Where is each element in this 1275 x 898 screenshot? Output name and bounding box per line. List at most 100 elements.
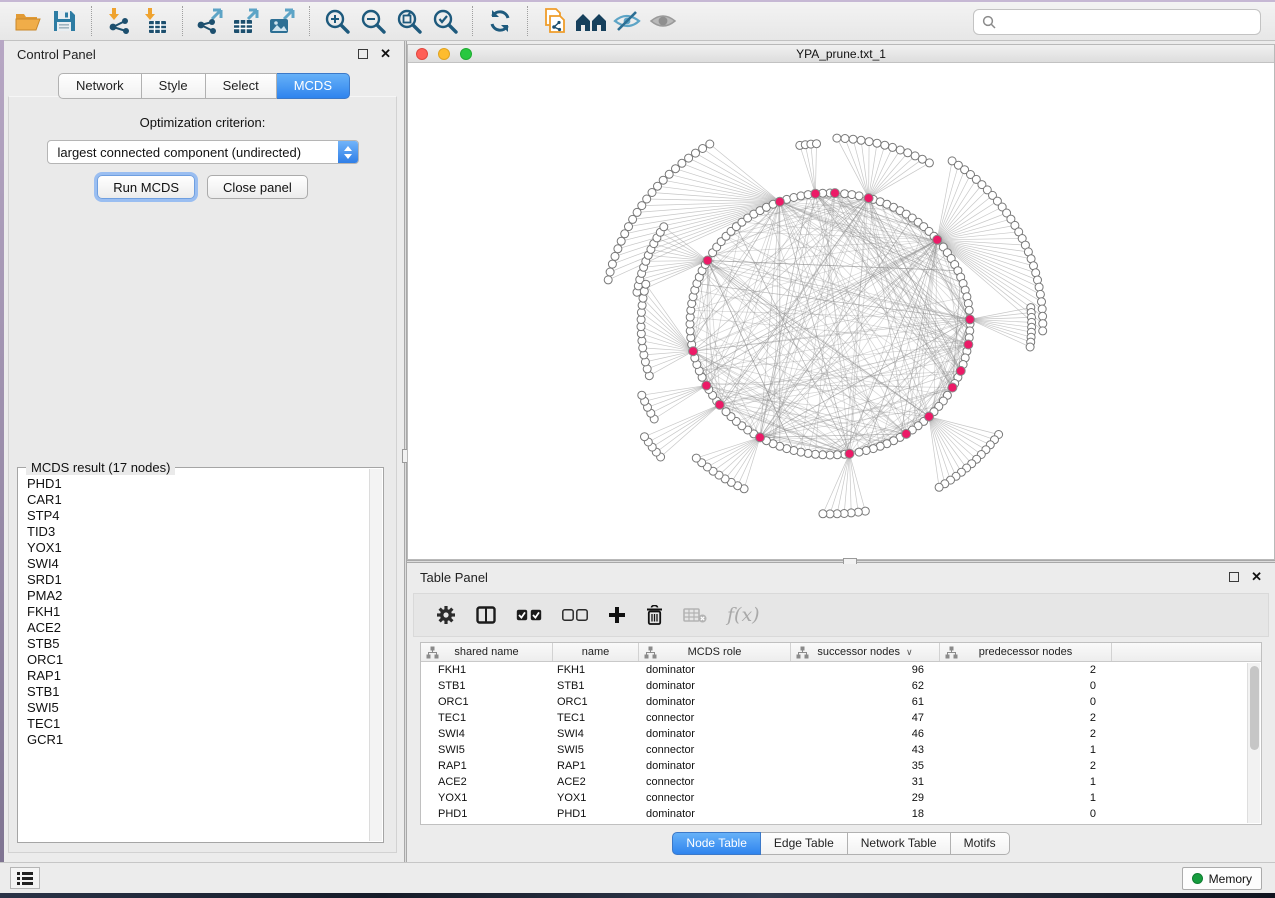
network-node[interactable]	[614, 245, 622, 253]
network-node[interactable]	[841, 135, 849, 143]
network-canvas[interactable]	[408, 63, 1274, 559]
table-cell[interactable]: 1	[940, 776, 1112, 788]
table-cell[interactable]: SWI4	[553, 728, 639, 740]
table-cell[interactable]: SWI4	[421, 728, 553, 740]
network-node[interactable]	[811, 189, 820, 198]
table-cell[interactable]: ORC1	[421, 696, 553, 708]
horizontal-splitter[interactable]	[407, 560, 1275, 563]
network-node[interactable]	[964, 340, 973, 349]
table-cell[interactable]: dominator	[639, 760, 791, 772]
column-header-name[interactable]: name	[553, 643, 639, 661]
scrollbar-thumb[interactable]	[1250, 666, 1259, 750]
table-cell[interactable]: dominator	[639, 680, 791, 692]
show-columns-icon[interactable]	[476, 602, 496, 628]
table-cell[interactable]: dominator	[639, 808, 791, 820]
network-node[interactable]	[642, 280, 650, 288]
table-cell[interactable]: RAP1	[421, 760, 553, 772]
network-node[interactable]	[855, 448, 863, 456]
table-cell[interactable]: dominator	[639, 664, 791, 676]
column-header-predecessor-nodes[interactable]: predecessor nodes	[940, 643, 1112, 661]
table-cell[interactable]: 35	[791, 760, 940, 772]
network-node[interactable]	[629, 215, 637, 223]
open-file-icon[interactable]	[10, 6, 46, 36]
network-node[interactable]	[608, 260, 616, 268]
network-node[interactable]	[775, 197, 784, 206]
table-cell[interactable]: STB1	[553, 680, 639, 692]
mcds-list-scrollbar[interactable]	[369, 469, 382, 841]
table-cell[interactable]: dominator	[639, 728, 791, 740]
select-all-icon[interactable]	[516, 602, 542, 628]
network-node[interactable]	[855, 192, 863, 200]
network-node[interactable]	[833, 451, 841, 459]
table-cell[interactable]: FKH1	[553, 664, 639, 676]
export-table-icon[interactable]	[228, 6, 264, 36]
network-node[interactable]	[925, 159, 933, 167]
tab-motifs[interactable]: Motifs	[951, 832, 1010, 855]
export-image-icon[interactable]	[264, 6, 300, 36]
table-cell[interactable]: dominator	[639, 696, 791, 708]
network-node[interactable]	[611, 252, 619, 260]
zoom-fit-icon[interactable]	[391, 6, 427, 36]
network-node[interactable]	[965, 306, 973, 314]
table-row[interactable]: ORC1ORC1dominator610	[421, 694, 1261, 710]
table-row[interactable]: FKH1FKH1dominator962	[421, 662, 1261, 678]
tab-mcds[interactable]: MCDS	[277, 73, 350, 99]
mcds-result-item[interactable]: PHD1	[20, 476, 369, 492]
network-node[interactable]	[804, 449, 812, 457]
network-node[interactable]	[621, 230, 629, 238]
network-titlebar[interactable]: YPA_prune.txt_1	[408, 45, 1274, 63]
table-row[interactable]: ACE2ACE2connector311	[421, 774, 1261, 790]
mcds-result-item[interactable]: SRD1	[20, 572, 369, 588]
network-node[interactable]	[965, 315, 974, 324]
network-node[interactable]	[848, 191, 856, 199]
table-cell[interactable]: 2	[940, 712, 1112, 724]
network-node[interactable]	[1035, 283, 1043, 291]
table-cell[interactable]: SWI5	[553, 744, 639, 756]
hide-selected-icon[interactable]	[609, 6, 645, 36]
mcds-result-item[interactable]: STP4	[20, 508, 369, 524]
mcds-result-item[interactable]: STB1	[20, 684, 369, 700]
close-panel-icon[interactable]: ✕	[1251, 572, 1262, 582]
network-node[interactable]	[873, 139, 881, 147]
network-node[interactable]	[638, 391, 646, 399]
network-node[interactable]	[604, 276, 612, 284]
network-node[interactable]	[685, 154, 693, 162]
save-session-icon[interactable]	[46, 6, 82, 36]
maximize-window-icon[interactable]	[460, 48, 472, 60]
network-node[interactable]	[956, 366, 965, 375]
network-node[interactable]	[841, 190, 849, 198]
table-cell[interactable]: 31	[791, 776, 940, 788]
network-node[interactable]	[625, 223, 633, 231]
column-header-successor-nodes[interactable]: successor nodes ∨	[791, 643, 940, 661]
network-node[interactable]	[1038, 298, 1046, 306]
network-node[interactable]	[703, 256, 712, 265]
show-panels-list-button[interactable]	[10, 867, 40, 889]
network-node[interactable]	[689, 347, 698, 356]
network-node[interactable]	[935, 483, 943, 491]
table-cell[interactable]: 2	[940, 728, 1112, 740]
table-row[interactable]: YOX1YOX1connector291	[421, 790, 1261, 806]
column-header-shared-name[interactable]: shared name	[421, 643, 553, 661]
mcds-result-item[interactable]: RAP1	[20, 668, 369, 684]
close-panel-icon[interactable]: ✕	[380, 49, 391, 59]
network-node[interactable]	[845, 449, 854, 458]
tab-select[interactable]: Select	[206, 73, 277, 99]
run-mcds-button[interactable]: Run MCDS	[97, 175, 195, 199]
table-cell[interactable]: 61	[791, 696, 940, 708]
network-node[interactable]	[1026, 343, 1034, 351]
network-node[interactable]	[706, 140, 714, 148]
search-input[interactable]	[1002, 14, 1252, 30]
optimization-criterion-select[interactable]: largest connected component (undirected)	[47, 140, 359, 164]
table-cell[interactable]: 62	[791, 680, 940, 692]
import-network-icon[interactable]	[101, 6, 137, 36]
table-cell[interactable]: ORC1	[553, 696, 639, 708]
mcds-result-item[interactable]: YOX1	[20, 540, 369, 556]
mcds-result-item[interactable]: SWI4	[20, 556, 369, 572]
first-neighbors-icon[interactable]	[573, 6, 609, 36]
table-cell[interactable]: 0	[940, 808, 1112, 820]
table-cell[interactable]: STB1	[421, 680, 553, 692]
table-row[interactable]: TEC1TEC1connector472	[421, 710, 1261, 726]
table-cell[interactable]: YOX1	[421, 792, 553, 804]
network-node[interactable]	[948, 383, 957, 392]
mcds-result-item[interactable]: ORC1	[20, 652, 369, 668]
